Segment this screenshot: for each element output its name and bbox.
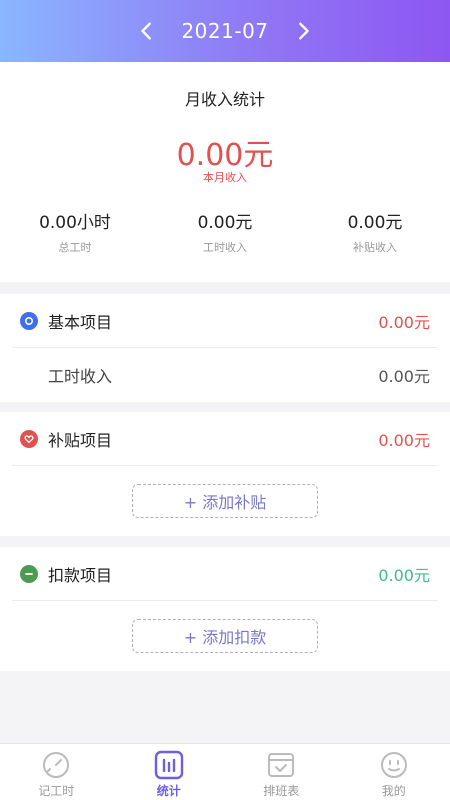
add-deduction-button[interactable]: + 添加扣款 [132,619,318,653]
tab-record-hours[interactable]: 记工时 [0,744,113,800]
allowance-items-amount: 0.00元 [378,430,430,450]
add-allowance-button[interactable]: + 添加补贴 [132,484,318,518]
monthly-income-label: 本月收入 [203,171,247,184]
chevron-left-icon [141,22,152,40]
bottom-tab-bar: 记工时 统计 排班表 我的 [0,743,450,800]
prev-month-button[interactable] [127,11,167,51]
tab-statistics[interactable]: 统计 [113,744,226,800]
face-icon [380,752,407,778]
bar-chart-icon [154,750,183,780]
stat-allowance-income: 0.00元 补贴收入 [300,208,450,255]
basic-items-amount: 0.00元 [378,312,430,332]
tab-schedule[interactable]: 排班表 [225,744,338,800]
next-month-button[interactable] [283,11,323,51]
hour-income-amount: 0.00元 [378,367,430,386]
tab-label: 排班表 [263,784,300,798]
allowance-items-card: 补贴项目 0.00元 + 添加补贴 [0,412,450,536]
minus-icon [20,564,38,583]
clock-icon [43,752,70,778]
basic-items-title: 基本项目 [48,312,113,332]
stat-total-hours: 0.00小时 总工时 [0,208,150,255]
stat-value: 0.00元 [347,213,403,233]
stat-hour-income: 0.00元 工时收入 [150,208,300,255]
deduction-items-title: 扣款项目 [48,565,113,585]
chevron-right-icon [298,22,309,40]
stat-label: 补贴收入 [353,241,397,254]
monthly-income-summary: 月收入统计 0.00元 本月收入 0.00小时 总工时 0.00元 工时收入 0… [0,62,450,282]
hour-income-label: 工时收入 [48,367,113,386]
monthly-income-total: 0.00元 [176,138,274,173]
tab-label: 统计 [156,784,181,798]
allowance-items-header: 补贴项目 0.00元 [12,412,438,466]
current-month[interactable]: 2021-07 [181,19,268,43]
calendar-check-icon [268,753,295,777]
summary-title: 月收入统计 [184,90,265,109]
stat-label: 总工时 [58,241,92,254]
stat-value: 0.00小时 [39,213,111,233]
stat-label: 工时收入 [203,241,247,254]
top-header: 2021-07 [0,0,450,62]
basic-items-card: 基本项目 0.00元 工时收入 0.00元 [0,294,450,402]
tab-label: 记工时 [38,784,75,798]
summary-stats: 0.00小时 总工时 0.00元 工时收入 0.00元 补贴收入 [0,208,450,255]
circle-icon [20,311,38,330]
tab-profile[interactable]: 我的 [338,744,450,800]
stat-value: 0.00元 [197,213,253,233]
tab-label: 我的 [381,784,406,798]
allowance-items-title: 补贴项目 [48,430,113,450]
deduction-items-header: 扣款项目 0.00元 [12,547,438,601]
deduction-items-amount: 0.00元 [378,565,430,585]
heart-icon [20,429,38,448]
basic-items-header: 基本项目 0.00元 [12,294,438,348]
deduction-items-card: 扣款项目 0.00元 + 添加扣款 [0,547,450,671]
hour-income-row[interactable]: 工时收入 0.00元 [12,348,438,402]
